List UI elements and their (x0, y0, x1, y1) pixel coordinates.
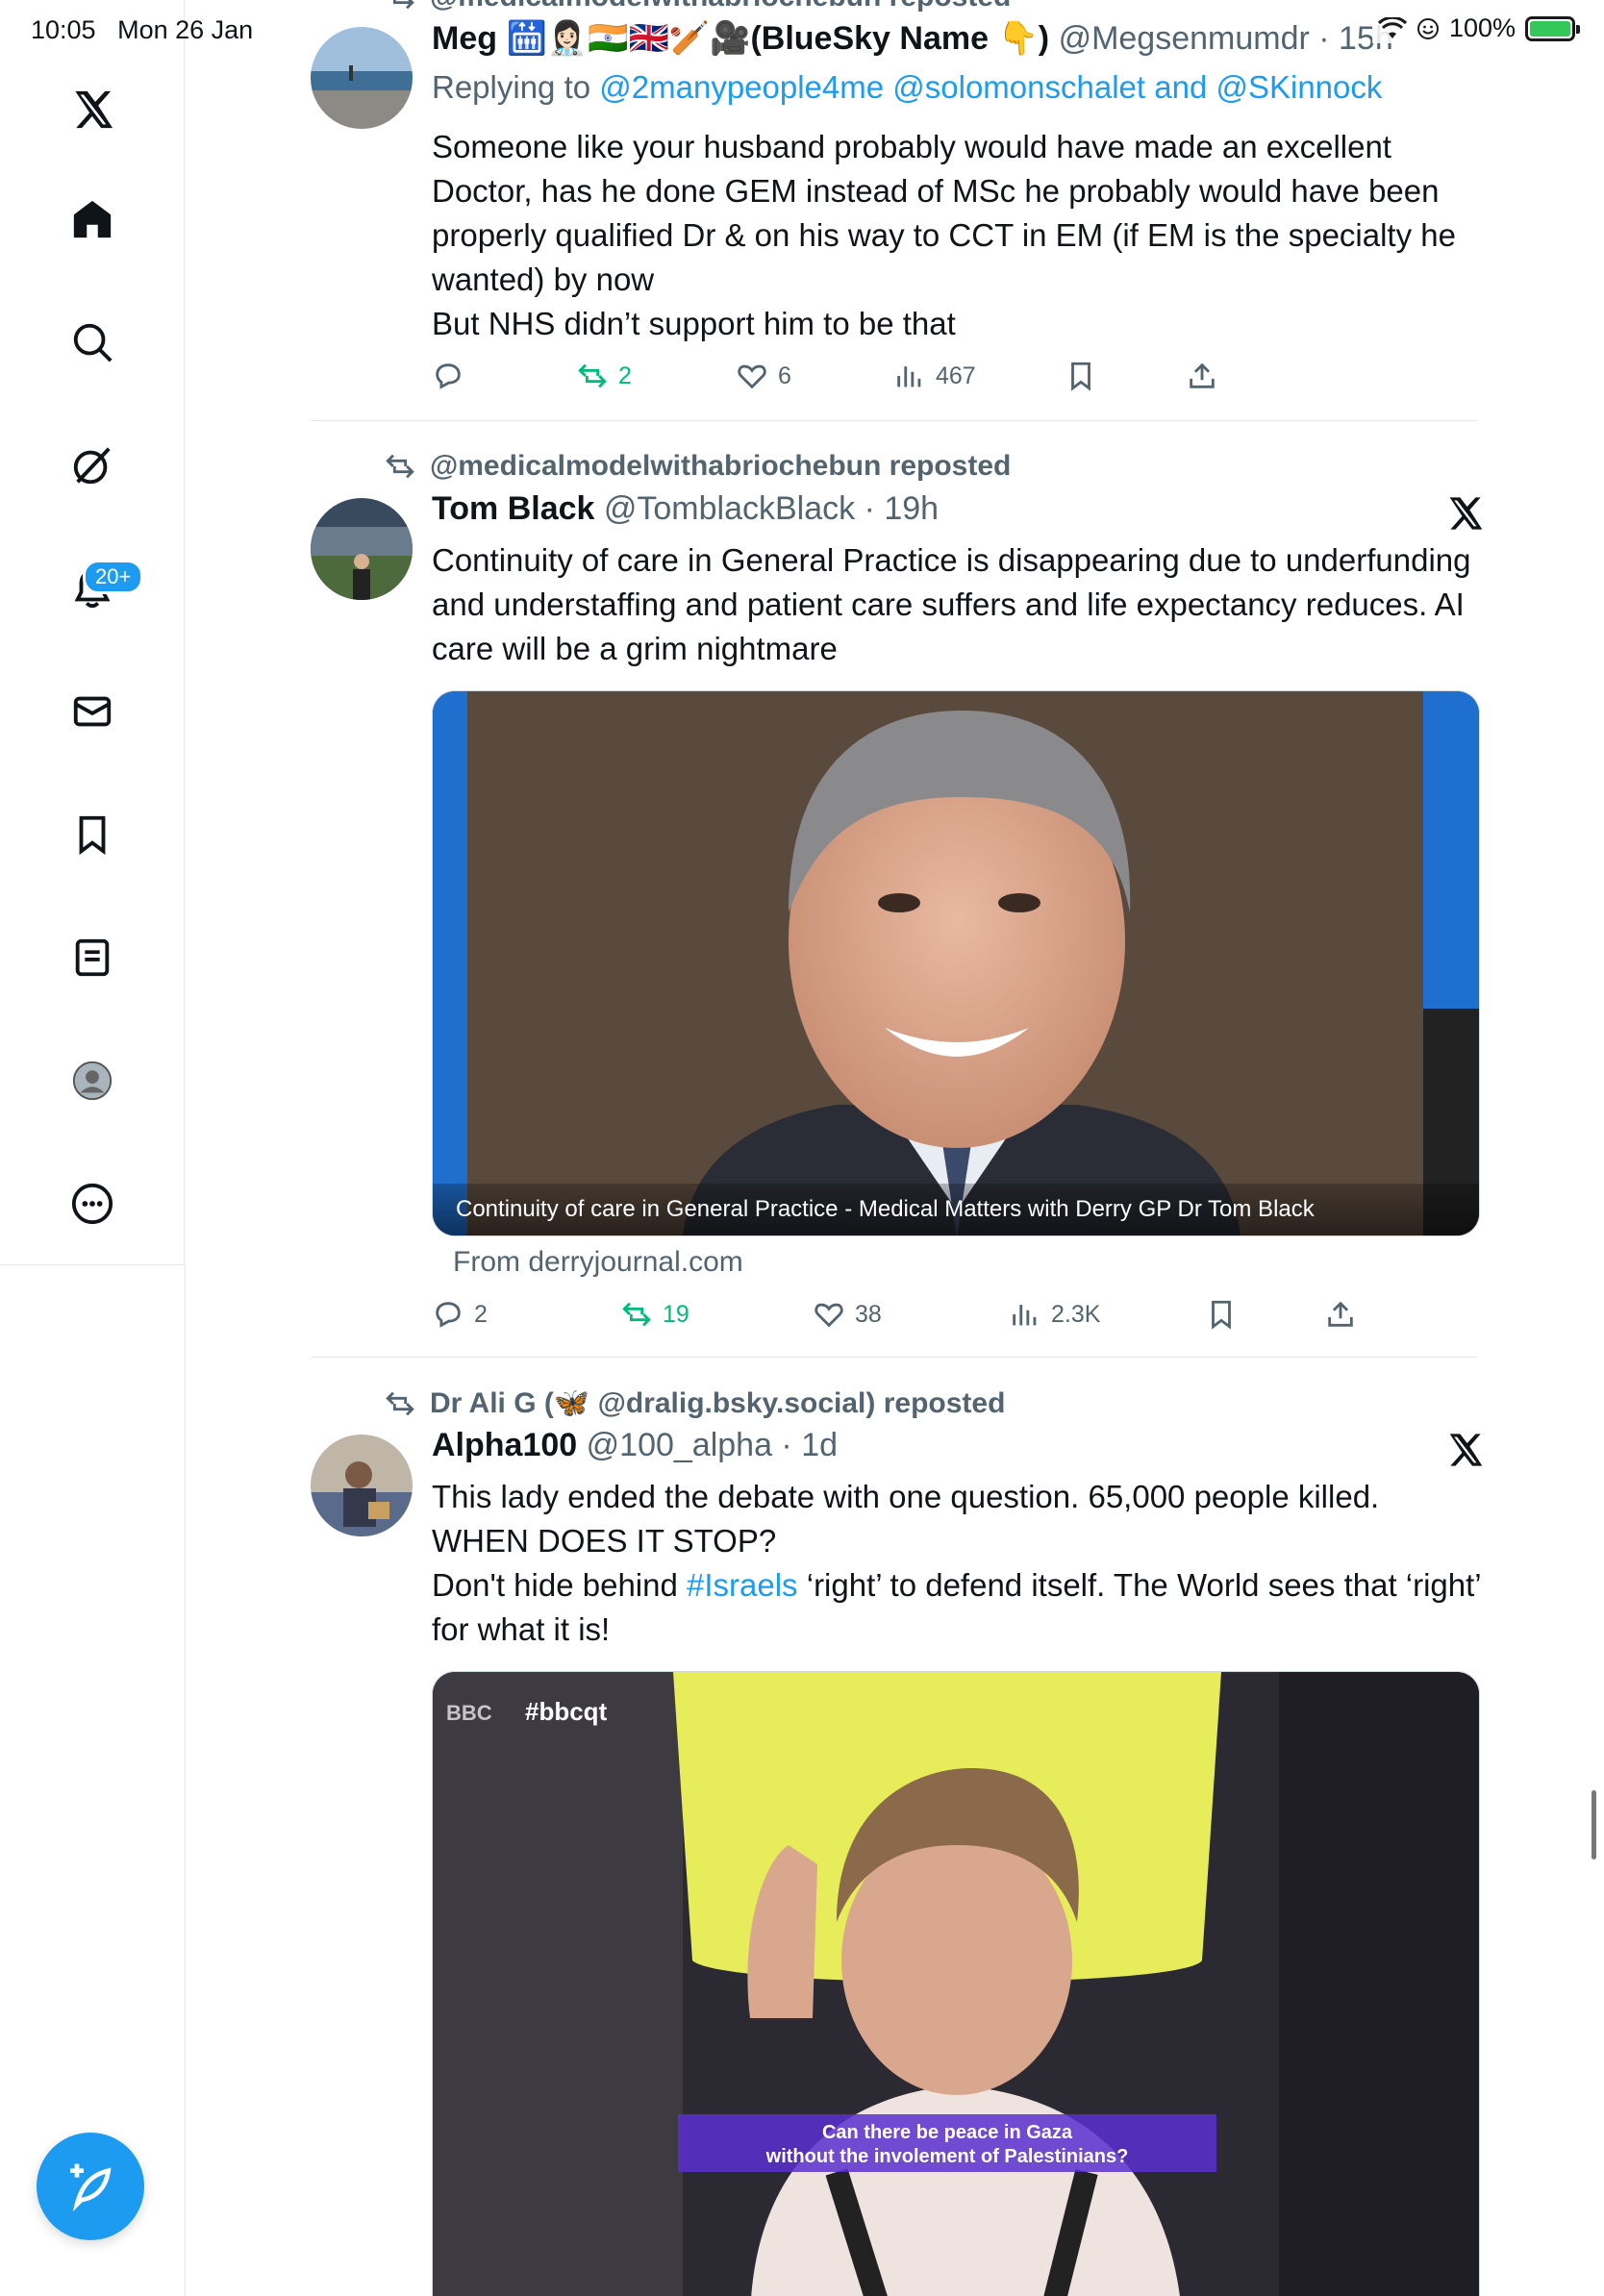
bbc-logo: BBC (446, 1701, 492, 1725)
more-options-icon[interactable] (56, 1167, 129, 1240)
bookmark-button[interactable] (1205, 1298, 1238, 1331)
share-icon (1190, 362, 1215, 388)
compose-post-button[interactable] (37, 2133, 144, 2240)
repost-label: @medicalmodelwithabriochebun reposted (430, 450, 1012, 482)
tweet-divider (311, 420, 1477, 421)
scrollbar-thumb[interactable] (1591, 1790, 1596, 1859)
tweet-1-actions: 2 6 467 (432, 360, 1490, 402)
tweet-3-paragraph-2: Don't hide behind #Israels ‘right’ to de… (432, 1563, 1485, 1652)
repost-label: Dr Ali G (🦋 @dralig.bsky.social) reposte… (430, 1387, 1006, 1419)
x-source-icon (1449, 1434, 1483, 1466)
tweet-2-actions: 2 19 38 2.3K (432, 1298, 1490, 1340)
like-button[interactable]: 6 (736, 360, 791, 392)
text-segment: Don't hide behind (432, 1567, 687, 1603)
x-logo-icon[interactable] (56, 73, 129, 146)
hashtag-link[interactable]: #Israels (687, 1567, 798, 1603)
lists-icon[interactable] (56, 921, 129, 994)
like-count: 38 (855, 1300, 882, 1328)
heart-icon (815, 1303, 843, 1328)
tweet-3-header: Alpha100 @100_alpha · 1d (432, 1427, 838, 1464)
like-button[interactable]: 38 (813, 1298, 882, 1331)
search-icon[interactable] (56, 306, 129, 379)
link-card-image[interactable]: Continuity of care in General Practice -… (432, 690, 1480, 1236)
handle-timestamp[interactable]: @100_alpha · 1d (587, 1427, 838, 1463)
status-bar: 10:05 Mon 26 Jan 100% (0, 0, 1604, 60)
repost-icon (578, 363, 607, 388)
share-icon (1328, 1301, 1353, 1327)
clock-time: 10:05 (31, 15, 96, 44)
status-right: 100% (1371, 13, 1580, 43)
smiley-icon (1416, 17, 1439, 39)
wifi-icon (1377, 16, 1407, 38)
repost-icon (386, 454, 414, 479)
display-name[interactable]: Alpha100 (432, 1427, 577, 1463)
link-card-source[interactable]: From derryjournal.com (453, 1246, 743, 1279)
x-source-icon (1449, 497, 1483, 530)
repost-count: 19 (663, 1300, 689, 1328)
repost-button[interactable]: 19 (620, 1298, 689, 1331)
video-subtitle-line-2: without the involement of Palestinians? (765, 2146, 1129, 2167)
reply-icon (436, 1302, 461, 1328)
avatar-alpha100[interactable] (311, 1435, 413, 1536)
link-card-title: Continuity of care in General Practice -… (433, 1184, 1479, 1235)
status-time: 10:05 Mon 26 Jan (31, 15, 253, 45)
avatar-tom-black[interactable] (311, 498, 413, 600)
profile-avatar-icon[interactable] (56, 1044, 129, 1117)
stadium-avatar-image (311, 498, 413, 600)
video-hashtag: #bbcqt (525, 1697, 608, 1726)
person-avatar-image (311, 1435, 413, 1536)
grok-icon[interactable] (56, 429, 129, 502)
timeline-feed: @medicalmodelwithabriochebun reposted Me… (186, 0, 1604, 2296)
tweet-1-paragraph-2: But NHS didn’t support him to be that (432, 306, 956, 341)
replying-to-users[interactable]: @2manypeople4me @solomonschalet and @SKi… (599, 69, 1382, 105)
views-button[interactable]: 2.3K (1009, 1298, 1100, 1331)
repost-button[interactable]: 2 (576, 360, 632, 392)
reply-button[interactable] (432, 360, 474, 392)
tweet-1-paragraph-1: Someone like your husband probably would… (432, 129, 1456, 297)
replying-prefix: Replying to (432, 69, 600, 105)
video-frame: #bbcqt BBC Can there be peace in Gaza wi… (433, 1672, 1479, 2296)
reply-button[interactable]: 2 (432, 1298, 488, 1331)
home-icon[interactable] (56, 183, 129, 256)
portrait-photo (433, 691, 1479, 1235)
views-button[interactable]: 467 (893, 360, 976, 392)
repost-icon (386, 1391, 414, 1415)
feather-plus-icon (70, 2163, 112, 2212)
tweet-2-header: Tom Black @TomblackBlack · 19h (432, 490, 939, 528)
bookmark-button[interactable] (1065, 360, 1097, 392)
share-button[interactable] (1324, 1298, 1357, 1331)
repost-context: Dr Ali G (🦋 @dralig.bsky.social) reposte… (384, 1386, 1005, 1420)
handle-timestamp[interactable]: @TomblackBlack · 19h (604, 490, 939, 527)
video-subtitle-line-1: Can there be peace in Gaza (822, 2122, 1073, 2143)
tweet-divider (311, 1357, 1477, 1358)
clock-date: Mon 26 Jan (117, 15, 254, 44)
heart-icon (738, 364, 766, 389)
display-name[interactable]: Tom Black (432, 490, 594, 527)
bookmark-icon (1212, 1300, 1231, 1330)
reply-count: 2 (474, 1300, 488, 1328)
tweet-2-text: Continuity of care in General Practice i… (432, 542, 1471, 666)
repost-icon (622, 1302, 651, 1327)
view-count: 2.3K (1051, 1300, 1101, 1328)
reply-icon (436, 363, 461, 389)
tweet-3-text: This lady ended the debate with one ques… (432, 1475, 1485, 1652)
tweet-1-text: Someone like your husband probably would… (432, 125, 1485, 346)
like-count: 6 (778, 362, 791, 389)
notification-badge: 20+ (83, 560, 144, 594)
analytics-icon (1013, 1305, 1037, 1326)
video-player[interactable]: #bbcqt BBC Can there be peace in Gaza wi… (432, 1671, 1480, 2296)
analytics-icon (897, 366, 921, 387)
repost-count: 2 (618, 362, 632, 389)
share-button[interactable] (1186, 360, 1218, 392)
repost-context: @medicalmodelwithabriochebun reposted (384, 450, 1011, 483)
view-count: 467 (936, 362, 976, 389)
tweet-3-paragraph-1: This lady ended the debate with one ques… (432, 1479, 1380, 1559)
bookmark-icon (1071, 362, 1090, 391)
replying-to: Replying to @2manypeople4me @solomonscha… (432, 69, 1382, 106)
messages-envelope-icon[interactable] (56, 675, 129, 748)
bookmark-icon[interactable] (56, 798, 129, 871)
sidebar: 20+ (0, 0, 185, 1265)
battery-percent: 100% (1448, 13, 1516, 42)
battery-icon (1525, 15, 1580, 41)
